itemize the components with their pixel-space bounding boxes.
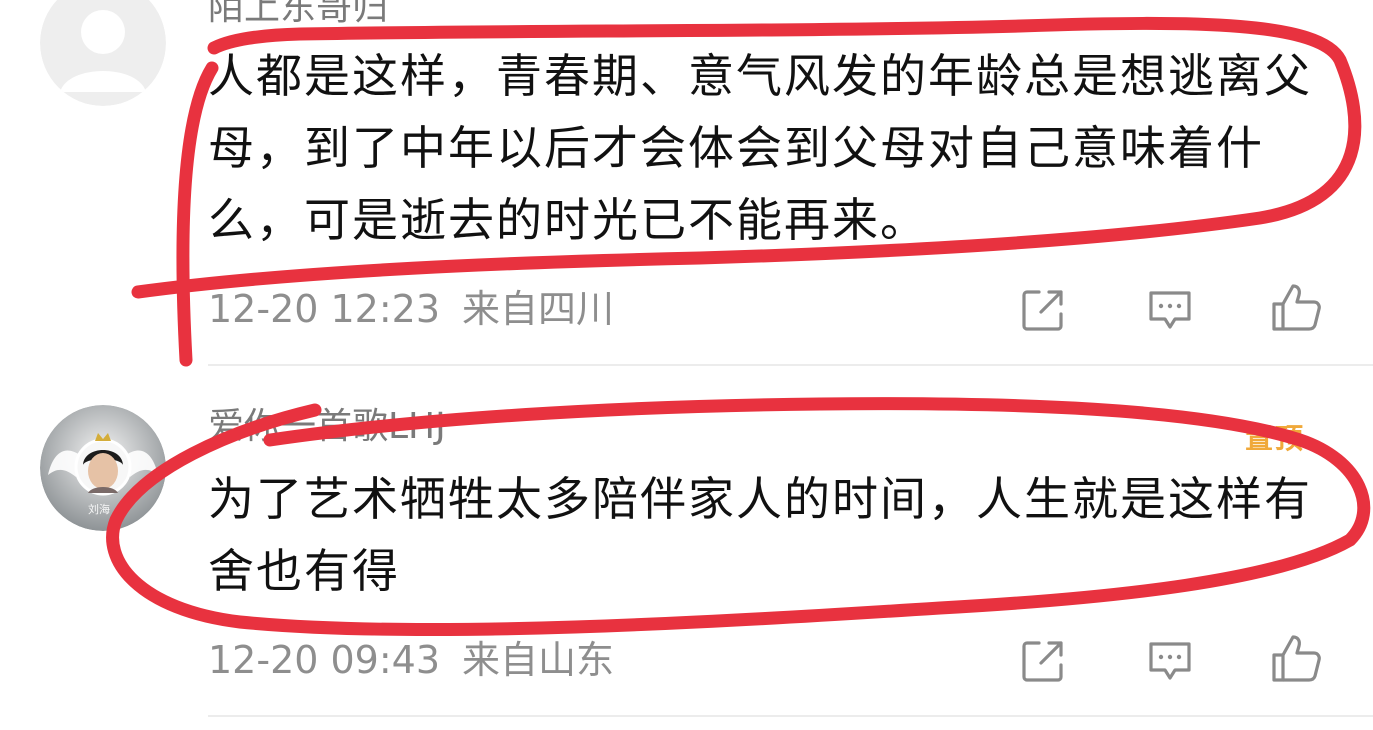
comment-button[interactable]	[1142, 282, 1198, 338]
comment-meta: 12-20 12:23 来自四川	[208, 289, 636, 329]
comment-icon	[1149, 642, 1191, 680]
comment-button[interactable]	[1142, 633, 1198, 689]
like-icon	[1272, 635, 1321, 682]
like-button[interactable]	[1268, 280, 1324, 336]
share-icon	[1022, 290, 1063, 331]
share-icon	[1022, 641, 1063, 682]
divider	[208, 715, 1373, 717]
avatar[interactable]	[40, 0, 166, 106]
comment-text: 为了艺术牺牲太多陪伴家人的时间，人生就是这样有舍也有得	[208, 472, 1312, 598]
comment-item: 陌上东哥归 人都是这样，青春期、意气风发的年龄总是想逃离父母，到了中年以后才会体…	[0, 0, 1373, 365]
like-button[interactable]	[1268, 631, 1324, 687]
comment-icon	[1149, 291, 1191, 329]
username[interactable]: 爱你一首歌LHJ	[208, 407, 446, 447]
comment-meta: 12-20 09:43 来自山东	[208, 640, 636, 680]
comment-location: 来自四川	[462, 287, 615, 331]
share-button[interactable]	[1015, 282, 1071, 338]
avatar[interactable]: 刘海	[40, 405, 166, 531]
like-icon	[1272, 284, 1321, 331]
comment-time: 12-20 12:23	[208, 287, 441, 331]
username[interactable]: 陌上东哥归	[208, 0, 388, 28]
default-avatar-icon	[40, 0, 166, 106]
comment-item: 刘海 爱你一首歌LHJ 置顶 为了艺术牺牲太多陪伴家人的时间，人生就是这样有舍也…	[0, 365, 1373, 717]
pinned-badge: 置顶	[1245, 422, 1306, 455]
photo-avatar-with-wings-icon: 刘海	[40, 405, 166, 531]
share-button[interactable]	[1015, 633, 1071, 689]
svg-text:刘海: 刘海	[88, 502, 110, 516]
comment-text: 人都是这样，青春期、意气风发的年龄总是想逃离父母，到了中年以后才会体会到父母对自…	[208, 49, 1312, 247]
comment-location: 来自山东	[462, 638, 615, 682]
comment-time: 12-20 09:43	[208, 638, 441, 682]
